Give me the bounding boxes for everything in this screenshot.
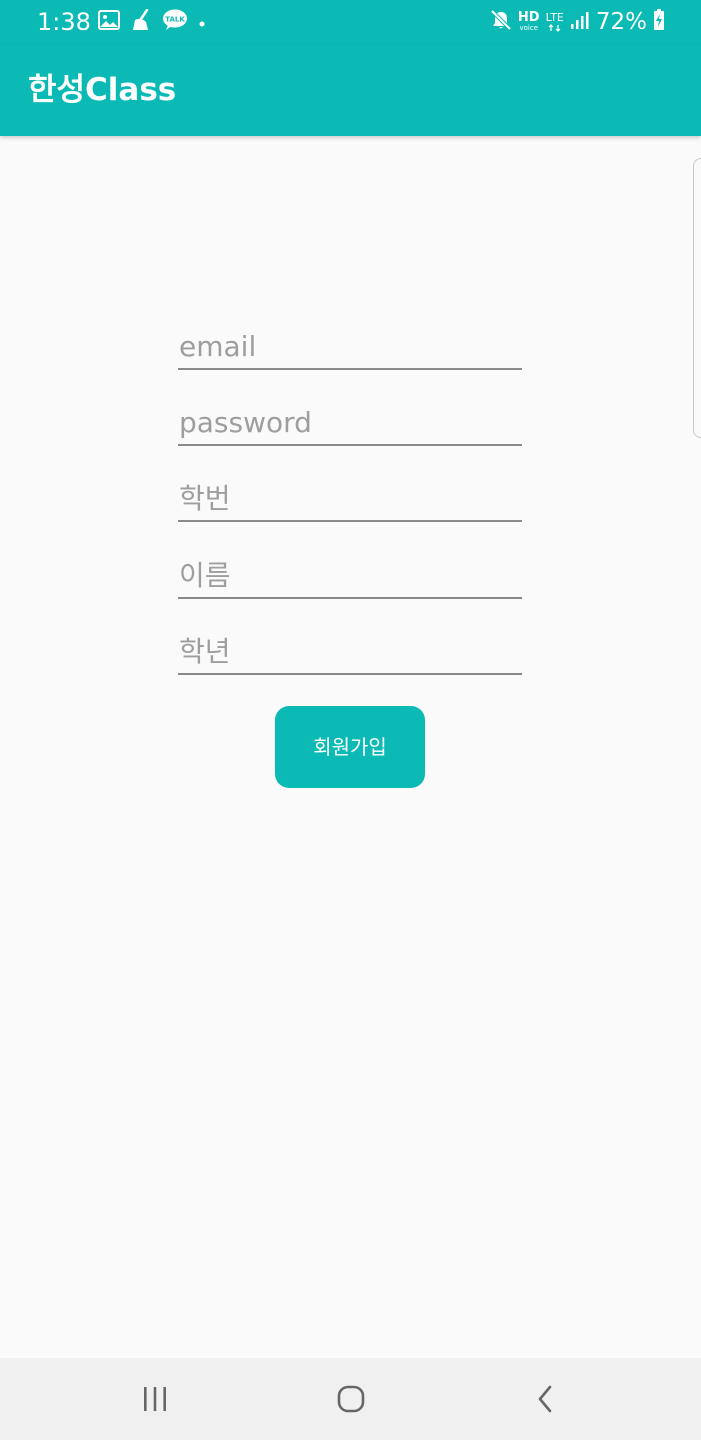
status-bar: 1:38 TALK HD voice LTE 72% xyxy=(0,0,701,45)
home-button[interactable] xyxy=(321,1374,381,1424)
edge-panel-handle[interactable] xyxy=(693,158,701,438)
lte-icon: LTE xyxy=(546,12,564,32)
hd-sub-label: voice xyxy=(519,24,538,32)
data-arrows-icon xyxy=(548,24,561,32)
student-id-input[interactable] xyxy=(178,478,522,522)
hd-voice-icon: HD voice xyxy=(517,10,540,32)
signal-icon xyxy=(570,10,590,34)
recent-apps-icon xyxy=(144,1387,166,1411)
status-icons-right: HD voice LTE 72% xyxy=(490,7,665,37)
gallery-icon xyxy=(98,10,120,34)
cleaner-icon xyxy=(130,8,152,35)
battery-percent: 72% xyxy=(595,9,647,35)
status-icons-left: TALK xyxy=(98,8,206,35)
battery-charging-icon xyxy=(653,9,665,35)
grade-input[interactable] xyxy=(178,631,522,675)
kakaotalk-badge-text: TALK xyxy=(165,16,185,24)
hd-label: HD xyxy=(517,10,540,25)
home-icon xyxy=(337,1385,365,1413)
navigation-bar xyxy=(0,1358,701,1440)
mute-icon xyxy=(490,9,512,35)
recent-apps-button[interactable] xyxy=(125,1374,185,1424)
name-input[interactable] xyxy=(178,555,522,599)
back-icon xyxy=(538,1385,552,1413)
lte-label: LTE xyxy=(545,11,564,24)
notification-dot-icon xyxy=(198,13,206,32)
status-time: 1:38 xyxy=(37,8,91,36)
back-button[interactable] xyxy=(516,1374,576,1424)
app-title: 한성Class xyxy=(28,72,177,108)
password-input[interactable] xyxy=(178,402,522,446)
email-input[interactable] xyxy=(178,326,522,370)
signup-button[interactable]: 회원가입 xyxy=(275,706,425,788)
app-bar: 한성Class xyxy=(0,45,701,136)
kakaotalk-icon: TALK xyxy=(162,9,188,35)
